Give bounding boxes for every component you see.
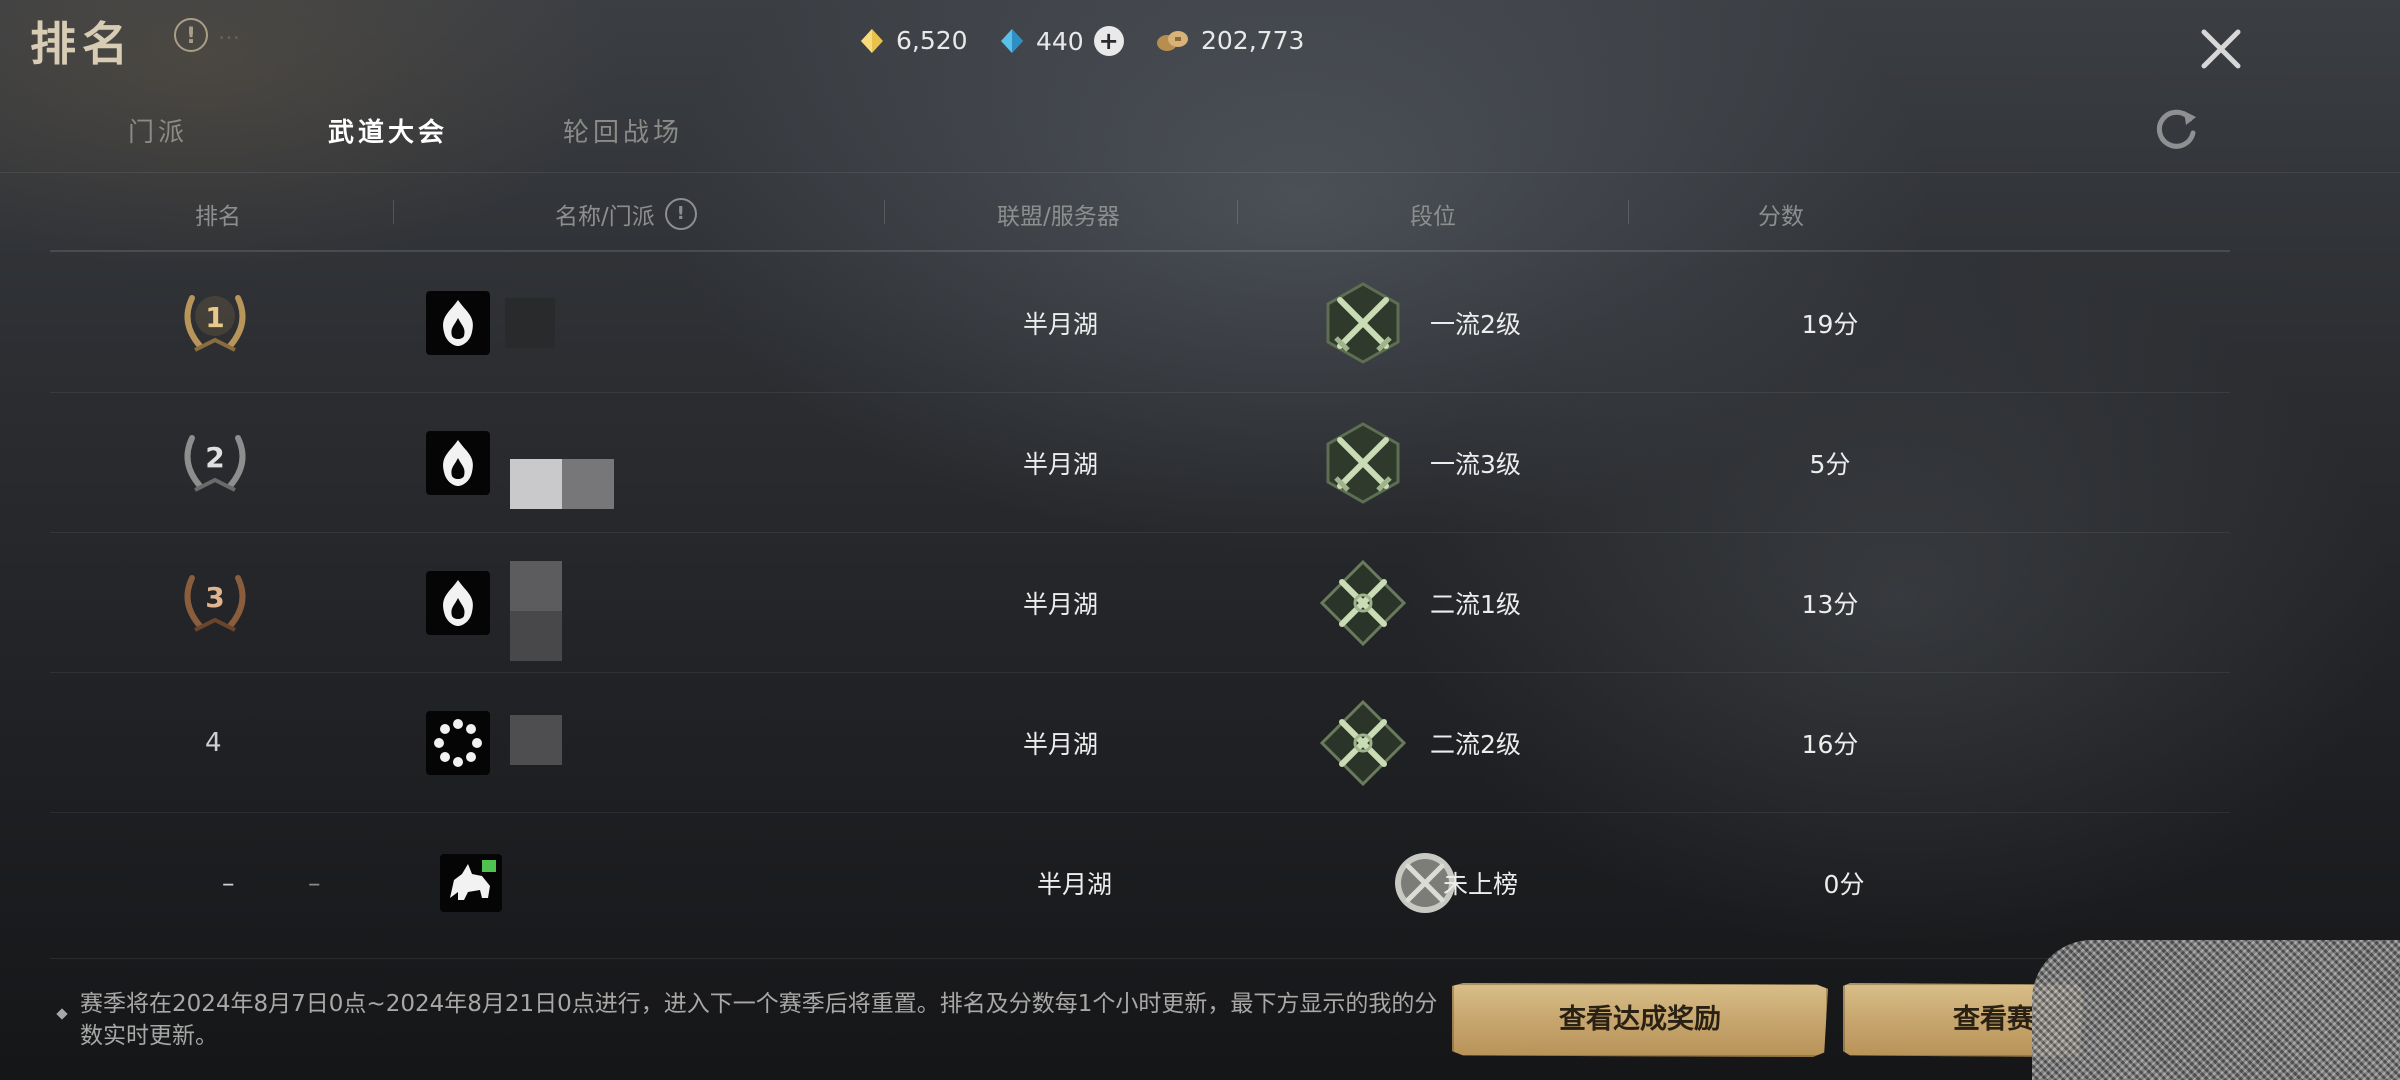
gold-ingot-icon — [861, 28, 883, 53]
tab-sect[interactable]: 门派 — [128, 112, 188, 149]
bronze-laurel-icon: 3 — [170, 558, 260, 648]
refresh-icon[interactable] — [2150, 103, 2202, 155]
player-name-masked — [510, 561, 562, 661]
page-title: 排名 — [30, 17, 134, 71]
footer-divider — [50, 958, 2230, 959]
player-name-masked — [510, 715, 562, 765]
rank-number: 4 — [205, 728, 222, 758]
column-header-name-label: 名称/门派 — [555, 204, 655, 230]
blue-gem-icon — [1001, 29, 1023, 53]
my-rank-extra: – — [308, 868, 321, 898]
currency-coin-value: 202,773 — [1201, 26, 1305, 55]
flame-sect-icon — [426, 571, 490, 635]
tab-martial-tournament[interactable]: 武道大会 — [328, 112, 448, 149]
view-rewards-button[interactable]: 查看达成奖励 — [1452, 983, 1828, 1057]
currency-gem: 440 + — [998, 26, 1124, 56]
tier-label: 未上榜 — [1443, 870, 1519, 899]
score-value: 0分 — [1823, 870, 1865, 899]
crossed-swords-emblem-icon — [1318, 278, 1408, 368]
server-name: 半月湖 — [1023, 450, 1099, 479]
tier-label: 一流2级 — [1430, 310, 1521, 339]
my-rank: – — [222, 868, 235, 898]
beast-sect-icon — [440, 854, 502, 912]
copper-coins-icon — [1157, 30, 1188, 51]
info-icon[interactable]: ! — [174, 18, 208, 52]
header-divider — [50, 250, 2230, 252]
crossed-swords-diamond-emblem-icon — [1318, 698, 1408, 788]
season-note: 赛季将在2024年8月7日0点~2024年8月21日0点进行，进入下一个赛季后将… — [80, 991, 1438, 1049]
currency-gold-value: 6,520 — [896, 26, 968, 55]
currency-gold: 6,520 — [858, 26, 968, 55]
player-name-masked — [505, 298, 555, 348]
close-icon[interactable] — [2196, 24, 2246, 74]
obscured-overlay — [2032, 940, 2400, 1080]
currency-coin: 202,773 — [1155, 26, 1304, 55]
column-header-rank: 排名 — [195, 204, 241, 230]
name-info-icon[interactable]: ! — [664, 198, 697, 230]
tab-divider — [0, 172, 2400, 173]
tier-label: 二流1级 — [1430, 590, 1521, 619]
column-separator — [1237, 200, 1238, 224]
column-separator — [1628, 200, 1629, 224]
score-value: 13分 — [1801, 590, 1859, 619]
currency-gem-value: 440 — [1036, 26, 1084, 56]
tier-label: 一流3级 — [1430, 450, 1521, 479]
player-name-masked — [510, 459, 614, 509]
column-header-tier: 段位 — [1410, 204, 1456, 230]
server-name: 半月湖 — [1023, 590, 1099, 619]
rank-number: 3 — [205, 580, 225, 614]
flame-sect-icon — [426, 431, 490, 495]
rank-number: 1 — [205, 300, 225, 334]
table-row[interactable]: 4 半月湖 二流2级 16分 — [50, 673, 2230, 813]
column-header-name: 名称/门派 ! — [555, 197, 697, 231]
gold-laurel-icon: 1 — [170, 278, 260, 368]
tier-label: 二流2级 — [1430, 730, 1521, 759]
column-header-score: 分数 — [1758, 204, 1804, 230]
crossed-swords-emblem-icon — [1318, 418, 1408, 508]
column-separator — [884, 200, 885, 224]
score-value: 19分 — [1801, 310, 1859, 339]
score-value: 5分 — [1809, 450, 1851, 479]
note-bullet — [56, 1008, 68, 1020]
flame-sect-icon — [426, 291, 490, 355]
server-name: 半月湖 — [1023, 310, 1099, 339]
column-header-server: 联盟/服务器 — [997, 204, 1120, 230]
table-row[interactable]: 1 半月湖 一流2级 19分 — [50, 253, 2230, 393]
faded-subtitle: … — [218, 20, 248, 45]
table-row[interactable]: 3 半月湖 二流1级 13分 — [50, 533, 2230, 673]
server-name: 半月湖 — [1023, 730, 1099, 759]
tab-reincarnation-battlefield[interactable]: 轮回战场 — [563, 112, 683, 149]
server-name: 半月湖 — [1037, 870, 1113, 899]
beads-sect-icon — [426, 711, 490, 775]
rank-number: 2 — [205, 440, 225, 474]
silver-laurel-icon: 2 — [170, 418, 260, 508]
column-separator — [393, 200, 394, 224]
score-value: 16分 — [1801, 730, 1859, 759]
table-row[interactable]: 2 半月湖 一流3级 5分 — [50, 393, 2230, 533]
crossed-swords-diamond-emblem-icon — [1318, 558, 1408, 648]
my-rank-row[interactable]: – – 半月湖 未上榜 0分 — [50, 813, 2230, 953]
add-currency-button[interactable]: + — [1093, 26, 1124, 56]
